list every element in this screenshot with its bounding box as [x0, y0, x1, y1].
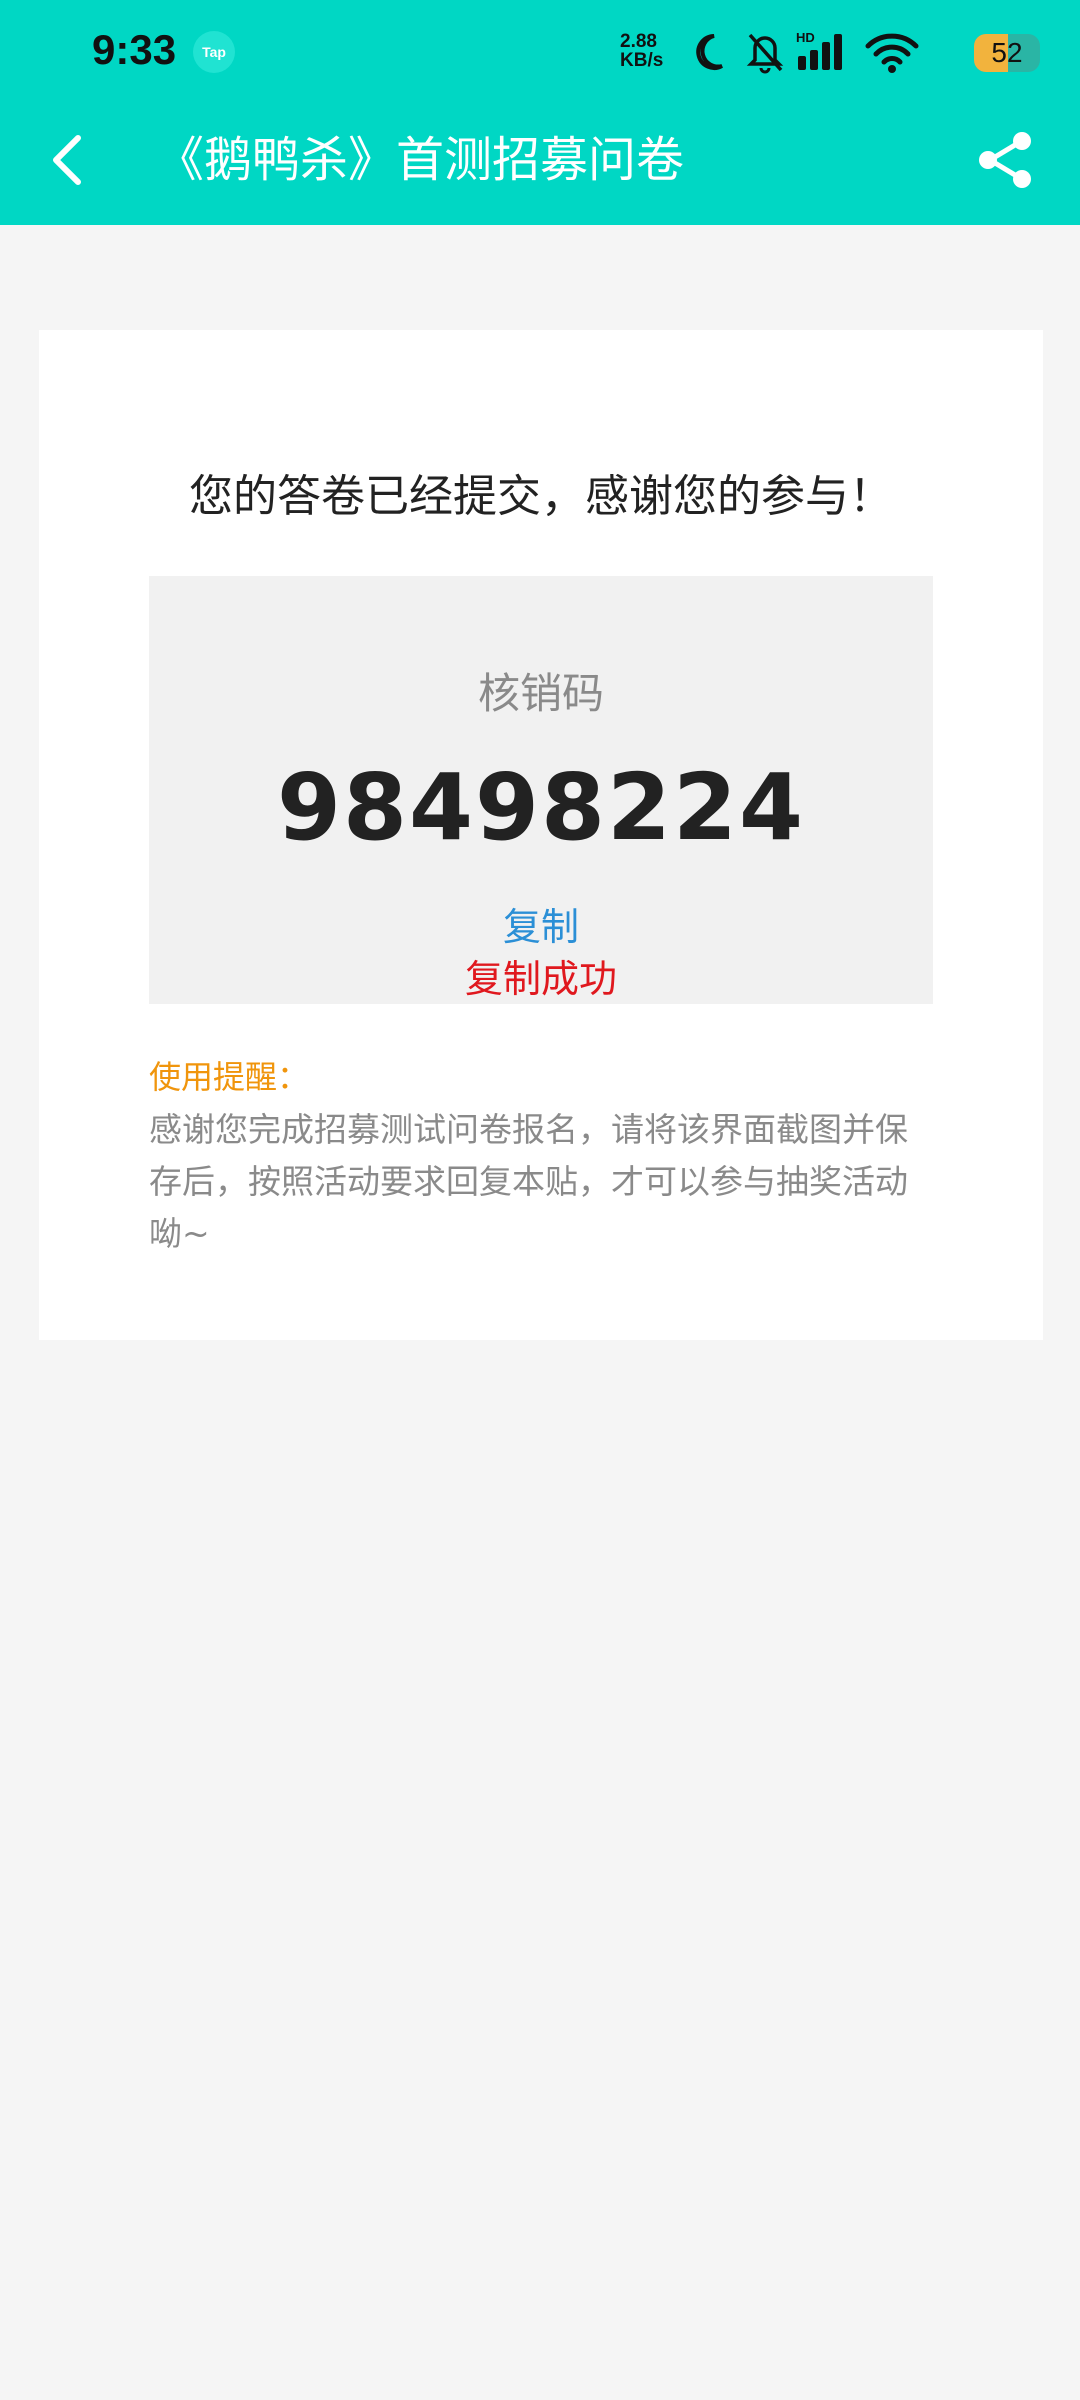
status-time: 9:33 [92, 26, 177, 73]
bell-off-icon [746, 33, 784, 74]
status-icons: 2.88 KB/s HD 52 [620, 22, 1040, 82]
battery-level: 52 [991, 37, 1023, 68]
copy-button[interactable]: 复制 [149, 896, 933, 951]
code-label: 核销码 [477, 669, 604, 718]
svg-text:HD: HD [796, 30, 815, 45]
redemption-code-box: 核销码 98498224 复制 复制成功 [149, 576, 933, 1004]
back-button[interactable] [40, 128, 100, 192]
result-card: 您的答卷已经提交，感谢您的参与！ 核销码 98498224 复制 复制成功 使用… [39, 330, 1043, 1340]
share-button[interactable] [976, 130, 1036, 190]
top-bar: 9:33 Tap 2.88 KB/s HD 52 《鹅鸭杀》首测招募问卷 [0, 0, 1080, 225]
reminder-body: 感谢您完成招募测试问卷报名，请将该界面截图并保存后，按照活动要求回复本贴，才可以… [149, 1110, 908, 1253]
copy-success-message: 复制成功 [464, 957, 617, 1001]
tap-app-icon: Tap [193, 31, 235, 73]
network-speed-unit: KB/s [620, 50, 664, 71]
network-speed: 2.88 KB/s [620, 32, 682, 70]
battery-indicator: 52 [974, 34, 1040, 72]
share-icon [979, 132, 1031, 188]
network-speed-value: 2.88 [620, 31, 657, 52]
code-value: 98498224 [276, 754, 806, 861]
moon-icon [696, 34, 723, 70]
wifi-icon [865, 33, 919, 73]
page-title: 《鹅鸭杀》首测招募问卷 [156, 132, 685, 188]
signal-icon: HD [796, 30, 842, 70]
submission-message: 您的答卷已经提交，感谢您的参与！ [189, 471, 893, 522]
reminder-title: 使用提醒： [149, 1058, 310, 1096]
chevron-left-icon [53, 135, 81, 185]
